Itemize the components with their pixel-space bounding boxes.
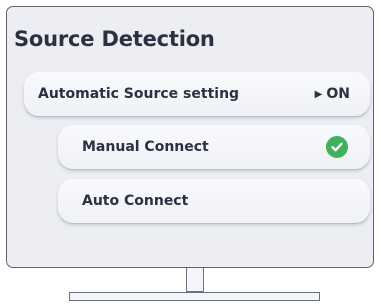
play-arrow-icon: ▶ (314, 88, 323, 100)
tv-stand-base (69, 292, 320, 301)
page-title: Source Detection (14, 27, 215, 51)
automatic-source-value: ▶ ON (315, 86, 350, 102)
auto-connect-label: Auto Connect (82, 193, 189, 209)
checkmark-circle-icon (326, 136, 348, 158)
automatic-source-value-text: ON (326, 86, 350, 102)
automatic-source-label: Automatic Source setting (38, 86, 240, 102)
manual-connect-label: Manual Connect (82, 139, 209, 155)
automatic-source-setting-row[interactable]: Automatic Source setting ▶ ON (24, 72, 370, 116)
auto-connect-option[interactable]: Auto Connect (58, 179, 370, 223)
manual-connect-option[interactable]: Manual Connect (58, 125, 370, 169)
tv-stand-neck (186, 268, 204, 292)
